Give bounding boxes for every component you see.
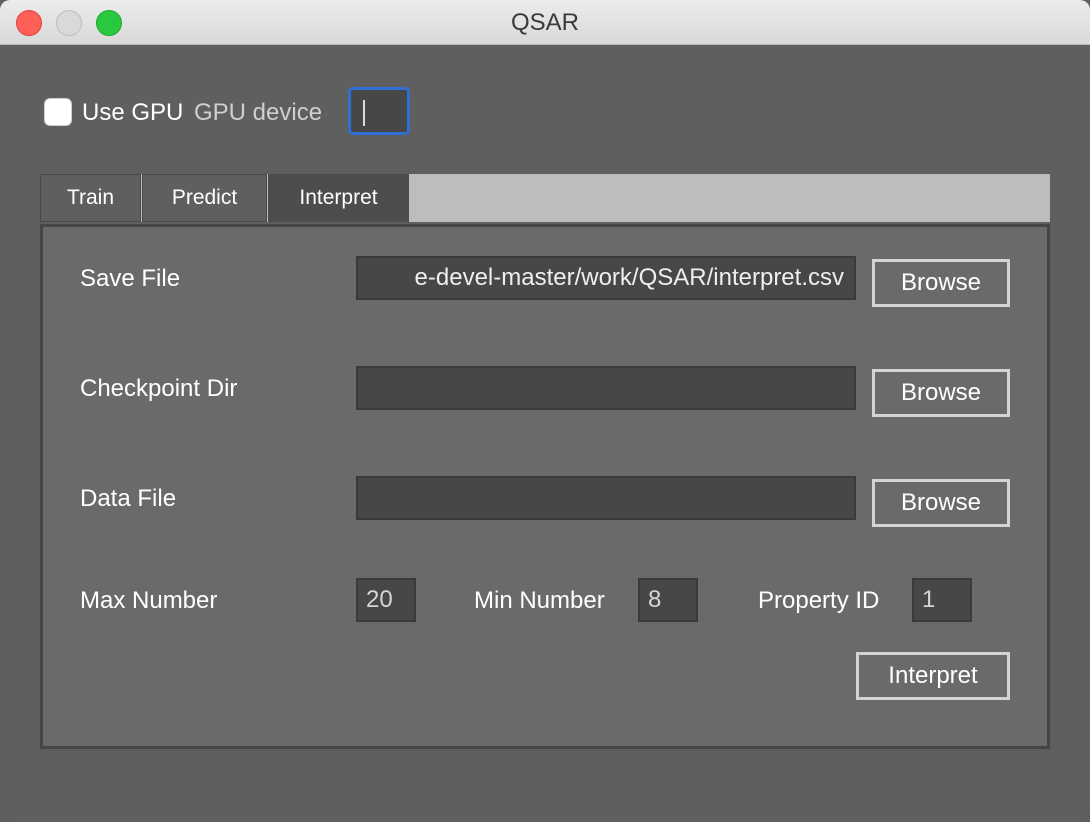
use-gpu-checkbox[interactable] [44, 98, 72, 126]
checkpoint-dir-browse-button[interactable]: Browse [872, 369, 1010, 417]
gpu-device-label: GPU device [194, 99, 323, 126]
save-file-input[interactable]: e-devel-master/work/QSAR/interpret.csv [356, 256, 856, 300]
use-gpu-label: Use GPU [82, 99, 184, 126]
property-id-label: Property ID [758, 587, 880, 614]
checkpoint-dir-input[interactable] [356, 366, 856, 410]
window-title: QSAR [510, 9, 579, 36]
save-file-browse-button[interactable]: Browse [872, 259, 1010, 307]
text-caret [363, 100, 365, 126]
max-number-label: Max Number [80, 587, 218, 614]
app-window: QSAR Use GPU GPU device Train Predict In… [0, 0, 1090, 822]
tab-interpret[interactable]: Interpret [268, 174, 409, 222]
tab-train[interactable]: Train [40, 174, 141, 222]
save-file-label: Save File [80, 265, 181, 292]
checkpoint-dir-label: Checkpoint Dir [80, 375, 238, 402]
title-bar: QSAR [0, 0, 1090, 45]
gpu-device-input[interactable] [348, 87, 410, 135]
data-file-browse-button[interactable]: Browse [872, 479, 1010, 527]
interpret-button[interactable]: Interpret [856, 652, 1010, 700]
min-number-input[interactable]: 8 [638, 578, 698, 622]
tab-bar: Train Predict Interpret [40, 174, 1050, 222]
tab-predict[interactable]: Predict [142, 174, 267, 222]
max-number-input[interactable]: 20 [356, 578, 416, 622]
min-number-label: Min Number [474, 587, 605, 614]
property-id-input[interactable]: 1 [912, 578, 972, 622]
save-file-value: e-devel-master/work/QSAR/interpret.csv [414, 264, 844, 291]
data-file-input[interactable] [356, 476, 856, 520]
data-file-label: Data File [80, 485, 177, 512]
